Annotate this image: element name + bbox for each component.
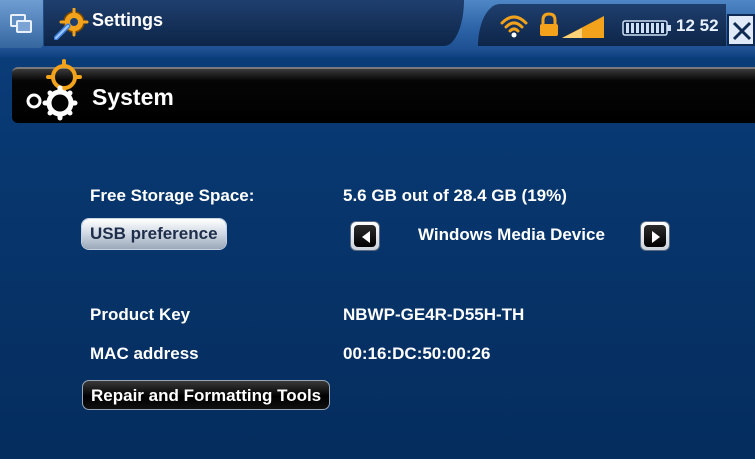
usb-next-button[interactable]	[640, 221, 670, 251]
app-title-tab: Settings	[44, 0, 464, 46]
section-title: System	[92, 84, 174, 110]
wifi-icon	[500, 15, 528, 38]
free-storage-value: 5.6 GB out of 28.4 GB (19%)	[343, 186, 567, 205]
usb-preference-button[interactable]: USB preference	[82, 219, 226, 249]
product-key-label: Product Key	[90, 305, 191, 324]
lock-icon	[540, 12, 558, 36]
arrow-left-icon	[362, 231, 370, 243]
top-status-bar: Settings 12 52	[0, 0, 755, 58]
settings-screen: Settings 12 52 System Free Storage Space…	[0, 0, 755, 459]
multitask-icon-front	[16, 20, 32, 33]
close-button[interactable]	[727, 14, 755, 46]
gears-icon	[26, 59, 82, 121]
repair-formatting-tools-label: Repair and Formatting Tools	[91, 386, 322, 405]
mac-address-label: MAC address	[90, 344, 199, 363]
status-tab: 12 52	[478, 4, 726, 46]
section-header: System	[12, 59, 755, 123]
clock: 12 52	[676, 16, 719, 35]
mac-address-value: 00:16:DC:50:00:26	[343, 344, 491, 363]
signal-strength-icon	[562, 16, 604, 38]
settings-gear-icon	[54, 8, 89, 40]
product-key-value: NBWP-GE4R-D55H-TH	[343, 305, 525, 324]
battery-icon	[622, 20, 671, 36]
multitask-button[interactable]	[0, 0, 44, 48]
usb-preference-value: Windows Media Device	[418, 225, 605, 244]
arrow-right-icon	[652, 231, 660, 243]
app-title: Settings	[92, 10, 164, 30]
usb-preference-label: USB preference	[90, 224, 218, 243]
free-storage-label: Free Storage Space:	[90, 186, 255, 205]
repair-formatting-tools-button[interactable]: Repair and Formatting Tools	[82, 380, 331, 410]
close-icon	[732, 21, 752, 41]
usb-previous-button[interactable]	[350, 221, 380, 251]
